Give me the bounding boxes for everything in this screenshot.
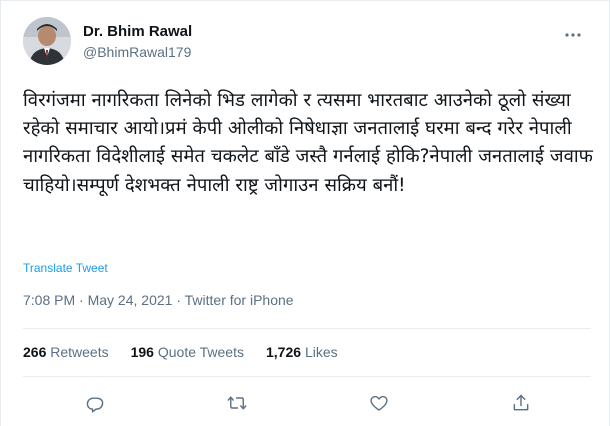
meta-separator: · xyxy=(172,292,185,308)
divider xyxy=(23,328,591,329)
tweet-stats: 266 Retweets 196 Quote Tweets 1,726 Like… xyxy=(23,344,338,360)
tweet-meta: 7:08 PM · May 24, 2021 · Twitter for iPh… xyxy=(23,292,294,308)
share-button[interactable] xyxy=(507,389,535,417)
avatar-photo xyxy=(23,17,71,65)
reply-icon xyxy=(86,397,104,413)
more-options-button[interactable] xyxy=(561,23,585,47)
tweet-time[interactable]: 7:08 PM xyxy=(23,292,75,308)
divider xyxy=(23,376,591,377)
user-handle[interactable]: @BhimRawal179 xyxy=(83,43,192,62)
retweets-count: 266 xyxy=(23,344,47,360)
quote-tweets-count: 196 xyxy=(130,344,154,360)
tweet-date[interactable]: May 24, 2021 xyxy=(88,292,173,308)
tweet-source[interactable]: Twitter for iPhone xyxy=(185,292,294,308)
author-block: Dr. Bhim Rawal @BhimRawal179 xyxy=(83,23,192,62)
likes-stat[interactable]: 1,726 Likes xyxy=(266,344,338,360)
likes-count: 1,726 xyxy=(266,344,302,360)
reply-button[interactable] xyxy=(81,389,109,417)
meta-separator: · xyxy=(75,292,88,308)
like-icon xyxy=(370,395,388,411)
avatar[interactable] xyxy=(23,17,71,65)
translate-tweet-link[interactable]: Translate Tweet xyxy=(23,261,108,275)
more-dots-icon xyxy=(565,33,581,37)
quote-tweets-stat[interactable]: 196 Quote Tweets xyxy=(131,344,244,360)
retweet-button[interactable] xyxy=(223,389,251,417)
likes-label: Likes xyxy=(304,344,338,360)
tweet-actions xyxy=(23,389,591,417)
retweets-stat[interactable]: 266 Retweets xyxy=(23,344,109,360)
tweet-text: विरगंजमा नागरिकता लिनेको भिड लागेको र त्… xyxy=(23,90,593,196)
quote-tweets-label: Quote Tweets xyxy=(157,344,244,360)
display-name[interactable]: Dr. Bhim Rawal xyxy=(83,23,192,41)
retweets-label: Retweets xyxy=(50,344,109,360)
share-icon xyxy=(513,394,529,411)
tweet-header: Dr. Bhim Rawal @BhimRawal179 xyxy=(23,17,591,67)
like-button[interactable] xyxy=(365,389,393,417)
retweet-icon xyxy=(227,396,247,410)
tweet-card: Dr. Bhim Rawal @BhimRawal179 विरगंजमा ना… xyxy=(0,0,610,426)
